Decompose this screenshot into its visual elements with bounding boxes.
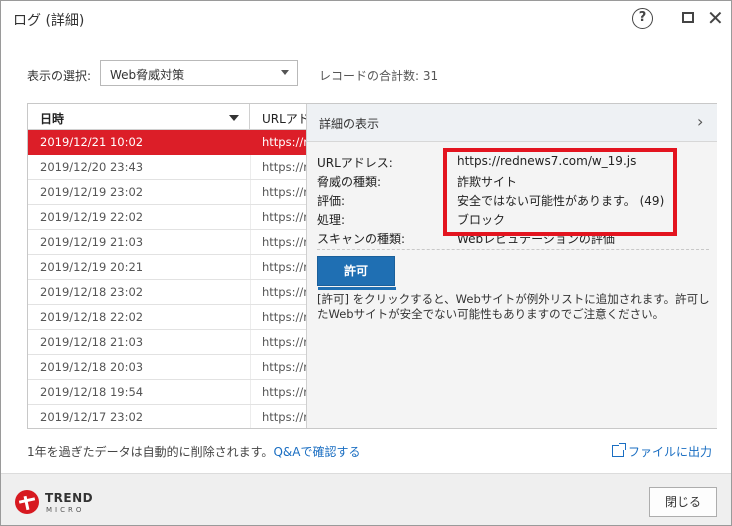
help-icon[interactable]: ? <box>632 8 653 29</box>
close-icon[interactable]: ✕ <box>707 7 724 29</box>
row-url: https://r <box>262 410 308 424</box>
row-url: https://r <box>262 210 308 224</box>
allow-button[interactable]: 許可 <box>317 256 396 290</box>
row-url: https://r <box>262 285 308 299</box>
logo-mark-icon <box>15 490 39 514</box>
divider <box>317 249 709 250</box>
detail-label-action: 処理: <box>317 213 346 227</box>
table-row[interactable]: 2019/12/20 23:43 https://r <box>28 155 308 180</box>
record-count: レコードの合計数: 31 <box>319 69 439 83</box>
title-bar: ログ (詳細) ? ✕ <box>1 1 731 37</box>
row-date: 2019/12/19 21:03 <box>40 235 144 249</box>
log-type-select[interactable]: Web脅威対策 <box>100 60 298 86</box>
column-header-url[interactable]: URLアド <box>262 110 310 127</box>
row-date: 2019/12/19 23:02 <box>40 185 144 199</box>
row-date: 2019/12/21 10:02 <box>40 135 144 149</box>
trend-micro-logo: TREND MICRO <box>15 488 95 518</box>
row-url: https://r <box>262 335 308 349</box>
chevron-right-icon[interactable]: › <box>697 112 703 131</box>
table-row[interactable]: 2019/12/19 21:03 https://r <box>28 230 308 255</box>
allow-description: [許可] をクリックすると、Webサイトが例外リストに追加されます。許可したWe… <box>317 292 710 321</box>
detail-panel: 詳細の表示 › URLアドレス: https://rednews7.com/w_… <box>306 104 717 428</box>
sort-desc-icon <box>229 115 239 121</box>
table-row[interactable]: 2019/12/17 23:02 https://r <box>28 405 308 428</box>
row-date: 2019/12/18 22:02 <box>40 310 144 324</box>
log-detail-window: ログ (詳細) ? ✕ 表示の選択: Web脅威対策 レコードの合計数: 31 … <box>0 0 732 526</box>
detail-label-rating: 評価: <box>317 194 346 208</box>
footer-bar: TREND MICRO 閉じる <box>1 473 731 525</box>
window-title: ログ (詳細) <box>13 13 85 29</box>
external-export-icon <box>612 443 626 457</box>
table-row[interactable]: 2019/12/18 20:03 https://r <box>28 355 308 380</box>
maximize-icon[interactable] <box>682 12 694 23</box>
detail-label-url: URLアドレス: <box>317 156 393 170</box>
row-url: https://r <box>262 260 308 274</box>
detail-label-threat-type: 脅威の種類: <box>317 175 382 189</box>
table-row[interactable]: 2019/12/19 20:21 https://r <box>28 255 308 280</box>
detail-panel-header[interactable]: 詳細の表示 › <box>307 104 717 142</box>
row-url: https://r <box>262 235 308 249</box>
row-date: 2019/12/19 22:02 <box>40 210 144 224</box>
column-header-date[interactable]: 日時 <box>28 104 250 130</box>
row-date: 2019/12/20 23:43 <box>40 160 144 174</box>
table-row[interactable]: 2019/12/18 19:54 https://r <box>28 380 308 405</box>
export-label: ファイルに出力 <box>628 445 713 459</box>
row-url: https://r <box>262 310 308 324</box>
row-date: 2019/12/18 23:02 <box>40 285 144 299</box>
close-button[interactable]: 閉じる <box>649 487 717 517</box>
auto-delete-text: 1年を過ぎたデータは自動的に削除されます。 <box>27 445 274 459</box>
table-row[interactable]: 2019/12/19 22:02 https://r <box>28 205 308 230</box>
row-url: https://r <box>262 135 308 149</box>
row-date: 2019/12/18 19:54 <box>40 385 144 399</box>
logo-text-trend: TREND <box>45 491 94 505</box>
row-url: https://r <box>262 385 308 399</box>
row-url: https://r <box>262 185 308 199</box>
row-date: 2019/12/18 21:03 <box>40 335 144 349</box>
table-row[interactable]: 2019/12/18 22:02 https://r <box>28 305 308 330</box>
detail-label-scan-type: スキャンの種類: <box>317 232 406 246</box>
row-date: 2019/12/19 20:21 <box>40 260 144 274</box>
detail-panel-title: 詳細の表示 <box>319 117 380 131</box>
table-row[interactable]: 2019/12/18 23:02 https://r <box>28 280 308 305</box>
row-date: 2019/12/18 20:03 <box>40 360 144 374</box>
table-row[interactable]: 2019/12/18 21:03 https://r <box>28 330 308 355</box>
export-link[interactable]: ファイルに出力 <box>612 443 712 460</box>
table-row[interactable]: 2019/12/19 23:02 https://r <box>28 180 308 205</box>
log-type-value: Web脅威対策 <box>110 68 185 82</box>
chevron-down-icon <box>281 70 289 75</box>
row-url: https://r <box>262 360 308 374</box>
filter-label: 表示の選択: <box>27 69 92 83</box>
row-url: https://r <box>262 160 308 174</box>
auto-delete-notice: 1年を過ぎたデータは自動的に削除されます。Q&Aで確認する <box>27 443 360 460</box>
column-header-date-label: 日時 <box>40 112 65 126</box>
highlight-annotation <box>443 148 677 236</box>
qa-link[interactable]: Q&Aで確認する <box>273 445 360 459</box>
logo-text-micro: MICRO <box>46 506 85 514</box>
table-row[interactable]: 2019/12/21 10:02 https://r <box>28 130 308 155</box>
row-date: 2019/12/17 23:02 <box>40 410 144 424</box>
